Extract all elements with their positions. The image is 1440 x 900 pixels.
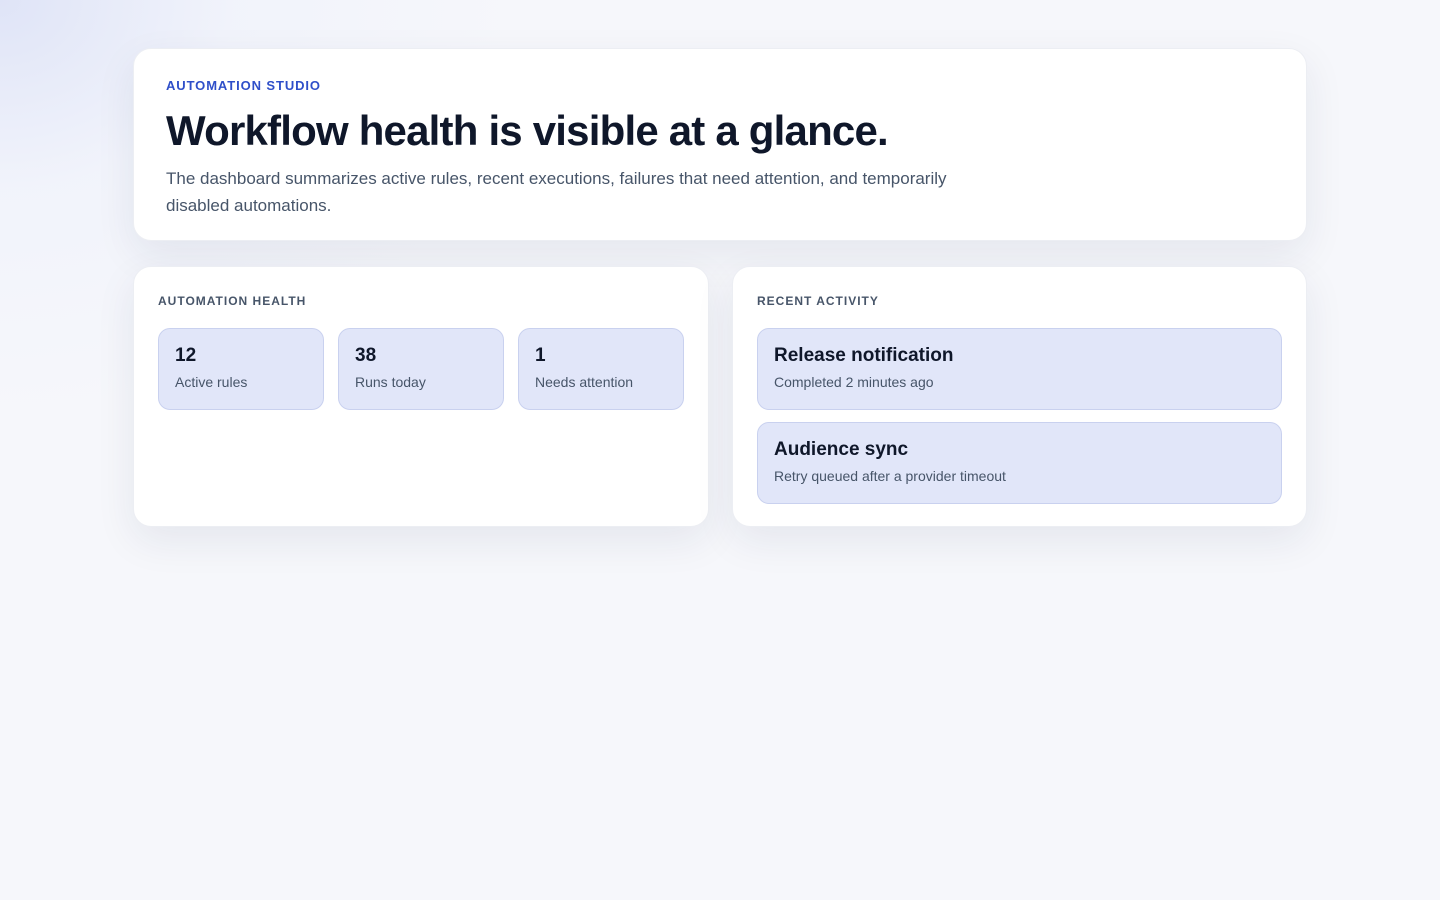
stat-label: Active rules <box>175 374 248 390</box>
hero-description: The dashboard summarizes active rules, r… <box>166 169 947 215</box>
stat-value: 12 <box>175 345 197 366</box>
recent-activity-title: RECENT ACTIVITY <box>757 294 879 308</box>
stat-runs-today: 38 Runs today <box>338 328 504 410</box>
activity-name: Release notification <box>774 345 954 366</box>
stat-value: 38 <box>355 345 377 366</box>
activity-list: Release notification Completed 2 minutes… <box>757 328 1282 504</box>
automation-health-panel: AUTOMATION HEALTH 12 Active rules 38 Run… <box>133 266 709 527</box>
health-stats: 12 Active rules 38 Runs today 1 Needs at… <box>158 328 684 410</box>
stat-needs-attention: 1 Needs attention <box>518 328 684 410</box>
hero-eyebrow: AUTOMATION STUDIO <box>166 78 321 93</box>
activity-status: Completed 2 minutes ago <box>774 374 934 390</box>
activity-status: Retry queued after a provider timeout <box>774 468 1006 484</box>
stat-value: 1 <box>535 345 546 366</box>
page-title: Workflow health is visible at a glance. <box>166 107 889 154</box>
automation-health-title: AUTOMATION HEALTH <box>158 294 307 308</box>
stat-label: Needs attention <box>535 374 634 390</box>
stat-label: Runs today <box>355 374 426 390</box>
activity-item-audience-sync[interactable]: Audience sync Retry queued after a provi… <box>757 422 1282 504</box>
activity-name: Audience sync <box>774 439 909 460</box>
recent-activity-panel: RECENT ACTIVITY Release notification Com… <box>732 266 1307 527</box>
hero-card: AUTOMATION STUDIO Workflow health is vis… <box>133 48 1307 241</box>
stat-active-rules: 12 Active rules <box>158 328 324 410</box>
activity-item-release-notification[interactable]: Release notification Completed 2 minutes… <box>757 328 1282 410</box>
